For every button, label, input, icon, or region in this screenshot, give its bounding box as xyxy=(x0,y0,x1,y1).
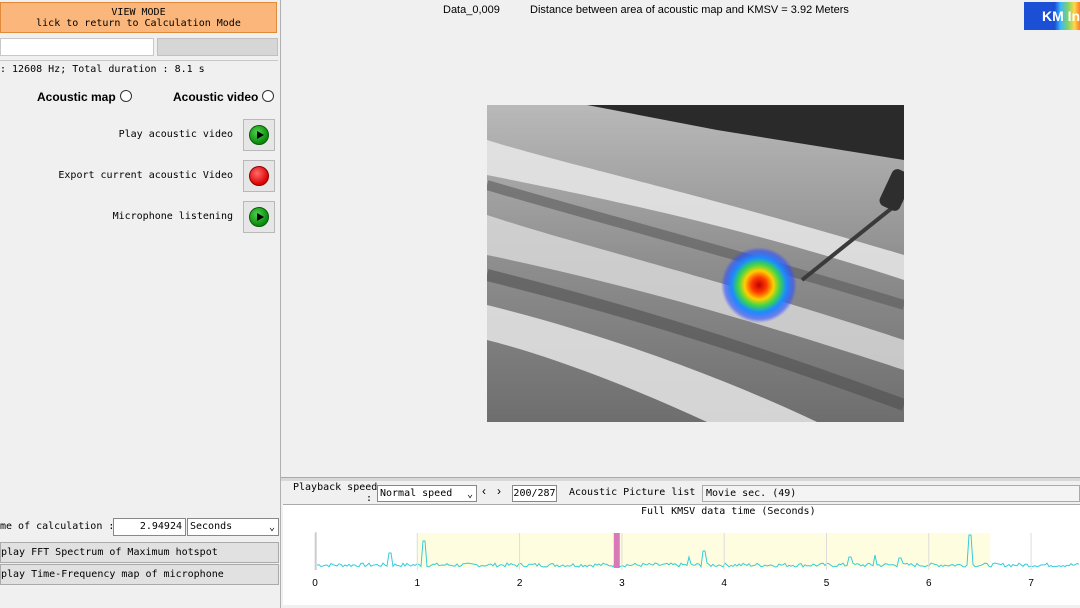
fft-spectrum-button[interactable]: play FFT Spectrum of Maximum hotspot xyxy=(0,542,279,563)
playback-speed-text: Playback speed xyxy=(293,482,378,493)
text-field[interactable] xyxy=(0,38,154,56)
next-frame-button[interactable]: › xyxy=(497,484,501,498)
sampling-info: : 12608 Hz; Total duration : 8.1 s xyxy=(0,64,205,75)
play-icon xyxy=(249,207,269,227)
view-mode-hint: lick to return to Calculation Mode xyxy=(36,18,241,29)
timeline-tick-label: 0 xyxy=(312,578,318,589)
frame-counter[interactable]: 200/287 xyxy=(512,485,557,502)
view-mode-button[interactable]: VIEW MODE lick to return to Calculation … xyxy=(0,2,277,33)
previous-frame-button[interactable]: ‹ xyxy=(482,484,486,498)
microphone-listening-label: Microphone listening xyxy=(112,211,233,222)
timeline-tick-label: 6 xyxy=(926,578,932,589)
disabled-field xyxy=(157,38,278,56)
play-icon xyxy=(249,125,269,145)
playback-speed-value: Normal speed xyxy=(380,488,453,499)
chevron-down-icon: ⌄ xyxy=(466,489,473,500)
export-video-label: Export current acoustic Video xyxy=(58,170,233,181)
acoustic-picture-list-button[interactable]: Acoustic Picture list xyxy=(569,487,695,498)
distance-text: Distance between area of acoustic map an… xyxy=(530,4,849,16)
data-name: Data_0,009 xyxy=(443,4,500,16)
playback-speed-colon: : xyxy=(366,493,373,504)
play-video-label: Play acoustic video xyxy=(118,129,233,140)
divider xyxy=(0,60,278,61)
timeline-title: Full KMSV data time (Seconds) xyxy=(641,506,816,517)
timeline-tick-label: 1 xyxy=(415,578,421,589)
timeline-chart[interactable]: 0 1 2 3 4 5 6 7 xyxy=(283,520,1080,604)
microphone-listening-button[interactable] xyxy=(243,201,275,233)
timeline-tick-label: 5 xyxy=(824,578,830,589)
calc-unit-select[interactable]: Seconds ⌄ xyxy=(187,518,279,536)
calc-unit-value: Seconds xyxy=(190,521,233,532)
calc-time-label: me of calculation : xyxy=(0,521,115,532)
timeline-cursor-marker[interactable] xyxy=(613,533,620,568)
view-mode-title: VIEW MODE xyxy=(111,7,166,18)
play-video-button[interactable] xyxy=(243,119,275,151)
acoustic-map-label: Acoustic map xyxy=(37,90,116,104)
timeline-cursor[interactable] xyxy=(613,533,620,568)
acoustic-map-image xyxy=(487,105,904,422)
divider xyxy=(281,477,1080,481)
timeline-tick-label: 7 xyxy=(1028,578,1034,589)
timeline-tick-label: 2 xyxy=(517,578,523,589)
record-icon xyxy=(249,166,269,186)
acoustic-video-radio[interactable] xyxy=(262,90,275,102)
time-frequency-button[interactable]: play Time-Frequency map of microphone xyxy=(0,564,279,585)
chevron-down-icon: ⌄ xyxy=(268,522,275,533)
playback-speed-select[interactable]: Normal speed ⌄ xyxy=(377,485,477,502)
export-video-button[interactable] xyxy=(243,160,275,192)
calc-time-input[interactable]: 2.94924 xyxy=(113,518,186,536)
acoustic-map-option[interactable]: Acoustic map xyxy=(37,90,132,104)
timeline-tick-label: 3 xyxy=(619,578,625,589)
logo: KM In xyxy=(1024,2,1080,30)
acoustic-video-option[interactable]: Acoustic video xyxy=(173,90,275,104)
movie-seconds: Movie sec. (49) xyxy=(702,485,1080,502)
timeline-tick-label: 4 xyxy=(721,578,727,589)
acoustic-map-radio[interactable] xyxy=(119,90,132,102)
acoustic-video-label: Acoustic video xyxy=(173,90,259,104)
playback-speed-label: Playback speed : xyxy=(293,482,377,504)
